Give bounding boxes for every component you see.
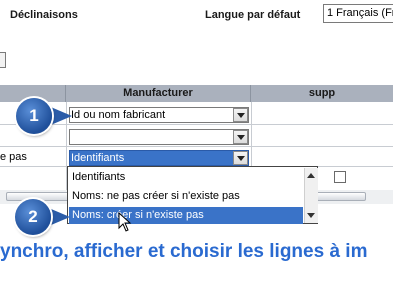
default-language-label: Langue par défaut [205,9,301,21]
supp-checkbox[interactable] [334,171,346,183]
caption-banner: ynchro, afficher et choisir les lignes à… [0,241,368,262]
callout-1-badge: 1 [16,98,52,134]
chevron-down-icon[interactable] [233,151,248,165]
scroll-down-arrow-icon[interactable] [307,213,315,218]
mouse-cursor-icon [118,212,132,232]
dropdown-option[interactable]: Noms: ne pas créer si n'existe pas [69,188,303,205]
chevron-down-icon[interactable] [233,130,248,144]
manufacturer-combo-row-2[interactable] [69,129,249,145]
column-header-manufacturer[interactable]: Manufacturer [66,85,251,102]
chevron-down-icon[interactable] [233,108,248,122]
manufacturer-combo-row-1[interactable]: Id ou nom fabricant [69,107,249,123]
default-language-select[interactable]: 1 Français (Fre [323,4,393,23]
dropdown-option-selected[interactable]: Noms: créer si n'existe pas [69,207,303,224]
column-header-supp[interactable]: supp [251,85,393,102]
dropdown-option[interactable]: Identifiants [69,169,303,186]
partial-button[interactable] [0,52,6,68]
row-3-left-cell: e pas [0,151,27,163]
dropdown-scrollbar[interactable] [304,168,318,223]
manufacturer-combo-row-3[interactable]: Identifiants [69,150,249,166]
scroll-up-arrow-icon[interactable] [307,173,315,178]
callout-2-badge: 2 [15,199,51,235]
row-divider [0,146,393,147]
manufacturer-dropdown-list[interactable]: Identifiants Noms: ne pas créer si n'exi… [67,166,318,224]
section-title: Déclinaisons [10,9,78,21]
